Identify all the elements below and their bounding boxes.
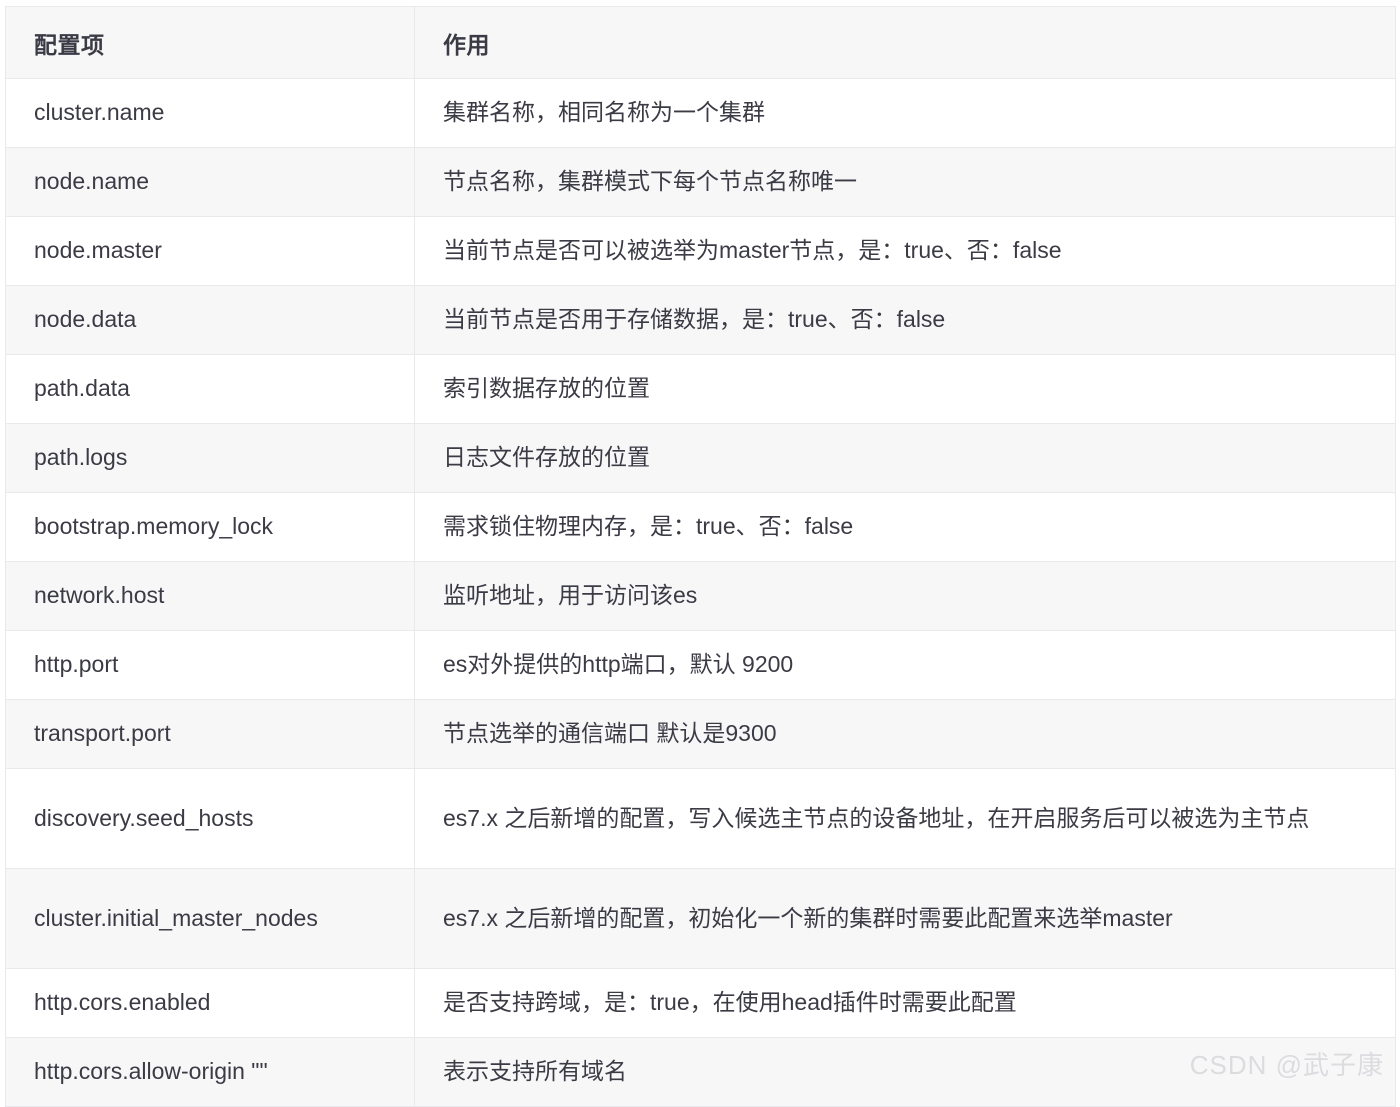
table-row: path.logs 日志文件存放的位置 xyxy=(5,423,1396,493)
config-description-cell: 日志文件存放的位置 xyxy=(414,423,1396,493)
config-item-cell: transport.port xyxy=(5,699,415,769)
config-description-cell: es7.x 之后新增的配置，写入候选主节点的设备地址，在开启服务后可以被选为主节… xyxy=(414,768,1396,869)
config-description-cell: 索引数据存放的位置 xyxy=(414,354,1396,424)
config-description-cell: 集群名称，相同名称为一个集群 xyxy=(414,78,1396,148)
config-item-cell: discovery.seed_hosts xyxy=(5,768,415,869)
config-item-cell: http.cors.enabled xyxy=(5,968,415,1038)
config-description-cell: 监听地址，用于访问该es xyxy=(414,561,1396,631)
config-item-cell: http.port xyxy=(5,630,415,700)
table-row: http.cors.allow-origin "" 表示支持所有域名 xyxy=(5,1037,1396,1107)
config-item-cell: path.logs xyxy=(5,423,415,493)
column-header-description: 作用 xyxy=(414,6,1396,79)
table-body: cluster.name 集群名称，相同名称为一个集群 node.name 节点名称，… xyxy=(5,78,1396,1107)
elasticsearch-config-table: 配置项 作用 cluster.name 集群名称，相同名称为一个集群 node.na… xyxy=(5,6,1396,1107)
config-description-cell: 当前节点是否可以被选举为master节点，是：true、否：false xyxy=(414,216,1396,286)
table-row: network.host 监听地址，用于访问该es xyxy=(5,561,1396,631)
config-item-cell: cluster.name xyxy=(5,78,415,148)
config-item-cell: network.host xyxy=(5,561,415,631)
table-header: 配置项 作用 xyxy=(5,6,1396,79)
config-description-cell: 是否支持跨域，是：true，在使用head插件时需要此配置 xyxy=(414,968,1396,1038)
table-row: node.data 当前节点是否用于存储数据，是：true、否：false xyxy=(5,285,1396,355)
table-page: 配置项 作用 cluster.name 集群名称，相同名称为一个集群 node.na… xyxy=(0,0,1400,1107)
config-item-cell: node.name xyxy=(5,147,415,217)
config-description-cell: 节点名称，集群模式下每个节点名称唯一 xyxy=(414,147,1396,217)
table-row: bootstrap.memory_lock 需求锁住物理内存，是：true、否：f… xyxy=(5,492,1396,562)
config-description-cell: es对外提供的http端口，默认 9200 xyxy=(414,630,1396,700)
table-row: cluster.name 集群名称，相同名称为一个集群 xyxy=(5,78,1396,148)
config-description-cell: 需求锁住物理内存，是：true、否：false xyxy=(414,492,1396,562)
table-row: discovery.seed_hosts es7.x 之后新增的配置，写入候选主节… xyxy=(5,768,1396,869)
table-row: cluster.initial_master_nodes es7.x 之后新增的配… xyxy=(5,868,1396,969)
table-row: transport.port 节点选举的通信端口 默认是9300 xyxy=(5,699,1396,769)
config-description-cell: 表示支持所有域名 xyxy=(414,1037,1396,1107)
table-row: node.name 节点名称，集群模式下每个节点名称唯一 xyxy=(5,147,1396,217)
table-row: http.cors.enabled 是否支持跨域，是：true，在使用head插件… xyxy=(5,968,1396,1038)
config-item-cell: cluster.initial_master_nodes xyxy=(5,868,415,969)
table-row: node.master 当前节点是否可以被选举为master节点，是：true、否… xyxy=(5,216,1396,286)
config-description-cell: 当前节点是否用于存储数据，是：true、否：false xyxy=(414,285,1396,355)
config-item-cell: node.data xyxy=(5,285,415,355)
config-description-cell: 节点选举的通信端口 默认是9300 xyxy=(414,699,1396,769)
config-item-cell: path.data xyxy=(5,354,415,424)
config-description-cell: es7.x 之后新增的配置，初始化一个新的集群时需要此配置来选举master xyxy=(414,868,1396,969)
config-item-cell: http.cors.allow-origin "" xyxy=(5,1037,415,1107)
table-header-row: 配置项 作用 xyxy=(5,6,1396,79)
table-row: http.port es对外提供的http端口，默认 9200 xyxy=(5,630,1396,700)
config-item-cell: bootstrap.memory_lock xyxy=(5,492,415,562)
table-row: path.data 索引数据存放的位置 xyxy=(5,354,1396,424)
config-item-cell: node.master xyxy=(5,216,415,286)
column-header-config-item: 配置项 xyxy=(5,6,415,79)
